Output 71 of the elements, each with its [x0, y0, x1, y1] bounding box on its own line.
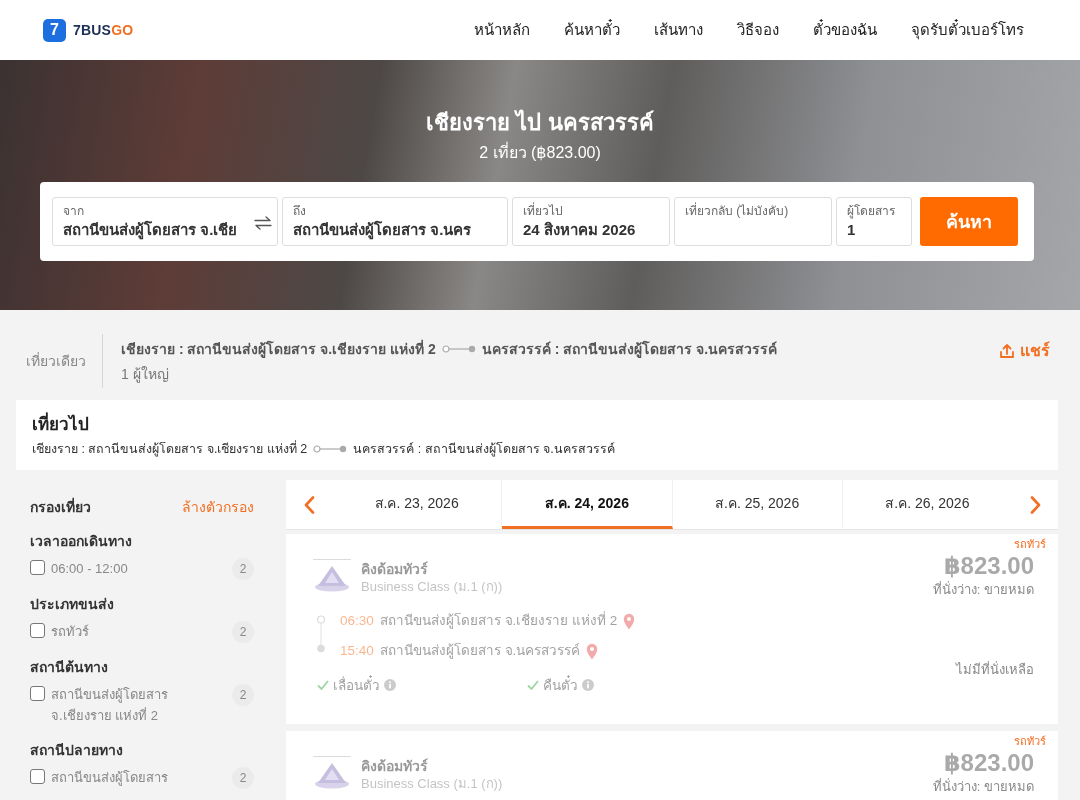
- operator-name: คิงด้อมทัวร์: [361, 757, 429, 775]
- nav-link[interactable]: จุดรับตั๋วเบอร์โทร: [911, 18, 1024, 42]
- timeline-icon: [316, 615, 326, 653]
- seat-class-text: Business Class (ม.1 (ก)): [361, 578, 503, 596]
- count-badge: 2: [232, 558, 254, 580]
- count-badge: 2: [232, 684, 254, 706]
- date-tab[interactable]: ส.ค. 24, 2026: [502, 480, 673, 529]
- nav-link[interactable]: เส้นทาง: [654, 18, 703, 42]
- date-tab[interactable]: ส.ค. 23, 2026: [332, 480, 503, 529]
- station-field[interactable]: ถึง สถานีขนส่งผู้โดยสาร จ.นคร: [282, 197, 508, 246]
- triangle-logo-icon: [313, 559, 351, 593]
- logo-mark[interactable]: 7: [43, 18, 66, 42]
- date-field[interactable]: เที่ยวกลับ (ไม่บังคับ): [674, 197, 832, 246]
- section-title: เที่ยวไป: [32, 413, 1042, 437]
- map-pin-icon[interactable]: [623, 612, 636, 630]
- station-name: สถานีขนส่งผู้โดยสาร จ.นครสวรรค์: [379, 642, 581, 661]
- nav-link[interactable]: วิธีจอง: [737, 18, 779, 42]
- checkbox[interactable]: [30, 560, 45, 575]
- nav-link[interactable]: ตั๋วของฉัน: [813, 18, 877, 42]
- chevron-left-icon: [303, 495, 315, 514]
- passenger-count-field[interactable]: ผู้โดยสาร 1: [836, 197, 912, 246]
- destination-text: นครสวรรค์ : สถานีขนส่งผู้โดยสาร จ.นครสวรรค์: [481, 339, 778, 360]
- seat-class-text: Business Class (ม.1 (ก)): [361, 775, 503, 793]
- date-field[interactable]: เที่ยวไป 24 สิงหาคม 2026: [512, 197, 670, 246]
- no-seats-text: ไม่มีที่นั่งเหลือ: [956, 660, 1034, 679]
- share-icon: [999, 342, 1015, 359]
- trip-card[interactable]: คิงด้อมทัวร์ Business Class (ม.1 (ก)) รถทัวร์ ฿823.00 ที่นั่งว่าง: ขายหมด: [286, 731, 1058, 800]
- vehicle-type-label: รถทัวร์: [1014, 734, 1046, 748]
- destination-text: นครสวรรค์ : สถานีขนส่งผู้โดยสาร จ.นครสวรรค์: [353, 441, 615, 459]
- origin-text: เชียงราย : สถานีขนส่งผู้โดยสาร จ.เชียงราย แห่งที่ 2: [121, 338, 436, 360]
- nav-link[interactable]: หน้าหลัก: [474, 18, 530, 42]
- vehicle-type-label: รถทัวร์: [1014, 537, 1046, 551]
- triangle-logo-icon: [313, 756, 351, 790]
- chevron-right-icon: [1029, 495, 1041, 514]
- map-pin-icon[interactable]: [586, 642, 599, 660]
- route-title: เชียงราย ไป นครสวรรค์: [426, 108, 654, 137]
- seat-availability-text: ที่นั่งว่าง: ขายหมด: [932, 778, 1034, 796]
- trip-count-text: 2 เที่ยว (฿823.00): [479, 142, 601, 163]
- date-tab[interactable]: ส.ค. 26, 2026: [842, 480, 1012, 529]
- passenger-count-text: 1 ผู้ใหญ่: [121, 364, 170, 385]
- filter-group-title: สถานีปลายทาง: [30, 741, 124, 760]
- route-connector-icon: [313, 445, 348, 453]
- time-text: 06:30: [340, 612, 374, 630]
- feature-label: คืนตั๋ว: [543, 674, 578, 696]
- operator-name: คิงด้อมทัวร์: [361, 560, 429, 578]
- info-icon[interactable]: [582, 679, 594, 691]
- info-icon[interactable]: [384, 679, 396, 691]
- feature-label: เลื่อนตั๋ว: [333, 674, 380, 696]
- trip-card[interactable]: คิงด้อมทัวร์ Business Class (ม.1 (ก)) 06:30 สถานีขนส่งผู้โดยสาร จ.เชียงราย แห่งที่ 2 15:40 สถานีขนส่งผู้โดยสาร จ.นครสวรรค์ เลื่อนตั๋ว คืนตั๋ว รถทัวร์ ฿823.00 ที่นั่งว่าง: ขายหมด ไม่มีที่นั่งเหลือ: [286, 534, 1058, 724]
- origin-text: เชียงราย : สถานีขนส่งผู้โดยสาร จ.เชียงราย แห่งที่ 2: [32, 439, 308, 459]
- filter-title: กรองเที่ยว: [30, 497, 91, 517]
- checkbox[interactable]: [30, 623, 45, 638]
- route-connector-icon: [441, 344, 476, 353]
- checkbox[interactable]: [30, 686, 45, 701]
- filter-group-title: ประเภทขนส่ง: [30, 595, 115, 614]
- logo-text[interactable]: 7BUSGO: [73, 22, 134, 38]
- count-badge: 2: [232, 767, 254, 789]
- checkbox[interactable]: [30, 769, 45, 784]
- nav-link[interactable]: ค้นหาตั๋ว: [564, 18, 620, 42]
- count-badge: 2: [232, 621, 254, 643]
- price-text: ฿823.00: [943, 748, 1034, 778]
- price-text: ฿823.00: [943, 551, 1034, 581]
- filter-group-title: เวลาออกเดินทาง: [30, 532, 133, 551]
- seat-availability-text: ที่นั่งว่าง: ขายหมด: [932, 581, 1034, 599]
- trip-type-label: เที่ยวเดียว: [26, 351, 86, 371]
- filter-group-title: สถานีต้นทาง: [30, 658, 109, 677]
- station-field[interactable]: จาก สถานีขนส่งผู้โดยสาร จ.เชีย: [52, 197, 278, 246]
- station-name: สถานีขนส่งผู้โดยสาร จ.เชียงราย แห่งที่ 2: [379, 611, 618, 631]
- date-tab[interactable]: ส.ค. 25, 2026: [672, 480, 843, 529]
- swap-icon[interactable]: [254, 216, 272, 230]
- time-text: 15:40: [340, 642, 374, 660]
